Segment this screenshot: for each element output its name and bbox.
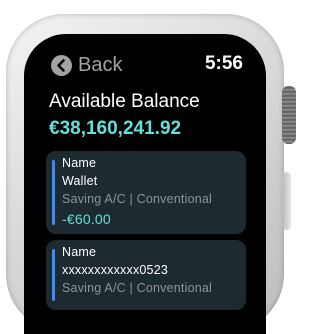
clock: 5:56 [204, 53, 243, 74]
account-card-savings[interactable]: Name xxxxxxxxxxxx0523 Saving A/C | Conve… [46, 240, 246, 310]
account-title: Name [62, 245, 97, 259]
account-number: xxxxxxxxxxxx0523 [62, 263, 169, 277]
page-title: Available Balance [49, 91, 200, 112]
back-label: Back [78, 53, 123, 76]
account-type: Saving A/C | Conventional [62, 281, 213, 295]
available-balance-amount: €38,160,241.92 [49, 118, 182, 139]
card-accent-stripe [52, 249, 55, 301]
account-name: Wallet [62, 174, 98, 188]
account-title: Name [62, 156, 97, 170]
watch-screen: Back 5:56 Available Balance €38,160,241.… [24, 34, 266, 334]
back-button[interactable]: Back [51, 53, 122, 77]
account-amount: -€60.00 [62, 211, 111, 227]
account-type: Saving A/C | Conventional [62, 192, 213, 206]
status-bar: Back 5:56 [24, 52, 266, 78]
side-button[interactable] [283, 172, 291, 230]
digital-crown[interactable] [282, 86, 296, 144]
card-accent-stripe [52, 160, 55, 225]
back-chevron-icon [51, 54, 72, 76]
account-card-wallet[interactable]: Name Wallet Saving A/C | Conventional -€… [46, 151, 246, 234]
